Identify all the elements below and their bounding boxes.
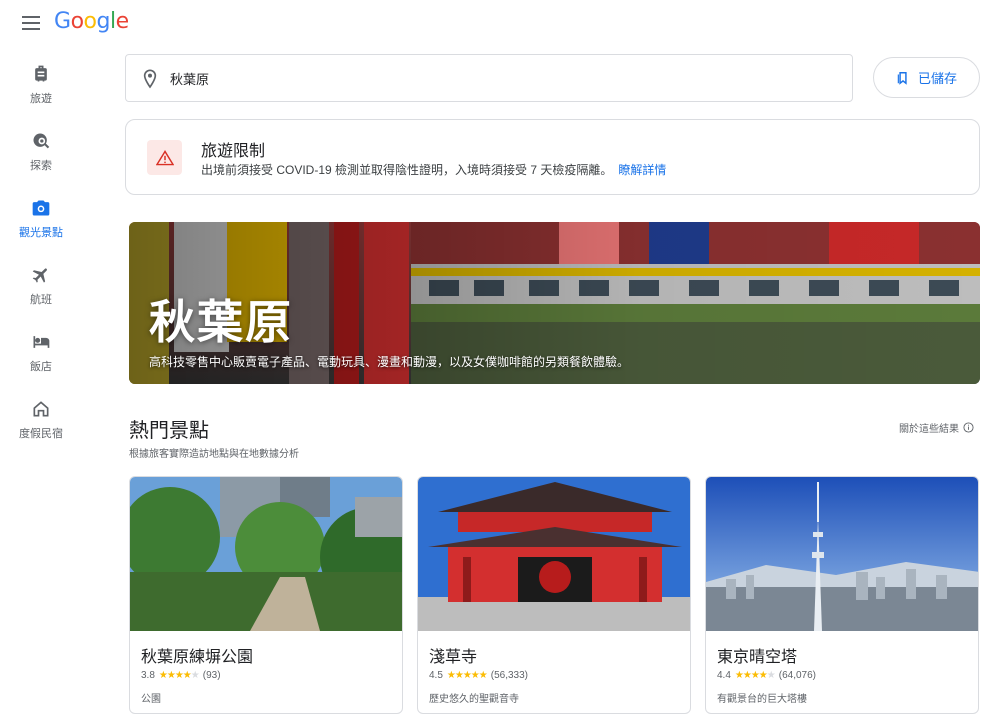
rating-value: 4.5	[429, 670, 443, 681]
about-results-label: 關於這些結果	[899, 424, 959, 435]
attraction-rating: 4.4 ★★★★★ (64,076)	[717, 670, 816, 681]
attraction-rating: 3.8 ★★★★★ (93)	[141, 670, 221, 681]
nav-label: 度假民宿	[19, 428, 63, 440]
luggage-icon	[35, 65, 47, 82]
star-rating-icon: ★★★★★	[158, 670, 200, 681]
attraction-rating: 4.5 ★★★★★ (56,333)	[429, 670, 528, 681]
camera-icon	[32, 200, 50, 216]
nav-item-flights[interactable]: 航班	[0, 261, 82, 328]
nav-item-explore[interactable]: 探索	[0, 127, 82, 194]
main-menu-icon[interactable]	[22, 16, 40, 30]
hero-title: 秋葉原	[149, 296, 293, 348]
saved-button-label: 已儲存	[917, 71, 957, 86]
home-icon	[33, 401, 49, 417]
attraction-name: 東京晴空塔	[717, 649, 798, 666]
nav-label: 航班	[30, 294, 52, 306]
attraction-image-temple	[418, 477, 690, 631]
alert-text: 出境前須接受 COVID-19 檢測並取得陰性證明，入境時須接受 7 天檢疫隔離…	[201, 163, 613, 177]
star-rating-icon: ★★★★★	[446, 670, 488, 681]
search-box[interactable]	[125, 54, 853, 102]
section-title: 熱門景點	[129, 420, 209, 442]
learn-more-link[interactable]: 瞭解詳情	[618, 163, 666, 177]
section-subtitle: 根據旅客實際造訪地點與在地數據分析	[129, 449, 299, 460]
attraction-card[interactable]: 秋葉原練塀公園 3.8 ★★★★★ (93) 公園	[129, 476, 403, 714]
info-icon	[963, 422, 974, 433]
alert-body: 出境前須接受 COVID-19 檢測並取得陰性證明，入境時須接受 7 天檢疫隔離…	[201, 161, 666, 178]
nav-label: 探索	[30, 160, 52, 172]
hero-description: 高科技零售中心販賣電子產品、電動玩具、漫畫和動漫，以及女僕咖啡館的另類餐飲體驗。	[149, 355, 630, 369]
nav-item-travel[interactable]: 旅遊	[0, 60, 82, 127]
attraction-image-park	[130, 477, 402, 631]
explore-icon	[33, 133, 50, 149]
nav-label: 飯店	[30, 361, 52, 373]
rating-value: 3.8	[141, 670, 155, 681]
travel-restriction-card: 旅遊限制 出境前須接受 COVID-19 檢測並取得陰性證明，入境時須接受 7 …	[125, 119, 980, 195]
nav-item-hotels[interactable]: 飯店	[0, 328, 82, 395]
nav-item-attractions[interactable]: 觀光景點	[0, 194, 82, 261]
rating-value: 4.4	[717, 670, 731, 681]
attraction-category: 歷史悠久的聖觀音寺	[429, 694, 519, 705]
bookmark-icon	[897, 71, 907, 85]
attraction-card[interactable]: 淺草寺 4.5 ★★★★★ (56,333) 歷史悠久的聖觀音寺	[417, 476, 691, 714]
review-count: (56,333)	[490, 670, 528, 681]
top-bar: Google	[0, 0, 1000, 48]
location-pin-icon	[143, 69, 157, 89]
attraction-card[interactable]: 東京晴空塔 4.4 ★★★★★ (64,076) 有觀景台的巨大塔樓	[705, 476, 979, 714]
hero-banner: 秋葉原 高科技零售中心販賣電子產品、電動玩具、漫畫和動漫，以及女僕咖啡館的另類餐…	[129, 222, 980, 384]
saved-button[interactable]: 已儲存	[873, 57, 980, 98]
nav-label: 旅遊	[30, 93, 52, 105]
review-count: (64,076)	[778, 670, 816, 681]
star-rating-icon: ★★★★★	[734, 670, 776, 681]
review-count: (93)	[202, 670, 221, 681]
attraction-category: 有觀景台的巨大塔樓	[717, 694, 807, 705]
side-nav: 旅遊 探索 觀光景點 航班 飯店 度假民宿	[0, 60, 82, 462]
search-input[interactable]	[170, 65, 830, 91]
attraction-category: 公園	[141, 694, 161, 705]
nav-item-vacation-rentals[interactable]: 度假民宿	[0, 395, 82, 462]
about-results-link[interactable]: 關於這些結果	[899, 420, 974, 435]
hotel-bed-icon	[33, 336, 50, 348]
google-logo[interactable]: Google	[54, 9, 129, 34]
flight-icon	[32, 268, 47, 283]
alert-title: 旅遊限制	[201, 143, 266, 160]
attraction-name: 秋葉原練塀公園	[141, 649, 254, 666]
nav-label: 觀光景點	[19, 227, 63, 239]
attraction-name: 淺草寺	[429, 649, 478, 666]
warning-icon	[147, 140, 182, 175]
attraction-image-skytree	[706, 477, 978, 631]
